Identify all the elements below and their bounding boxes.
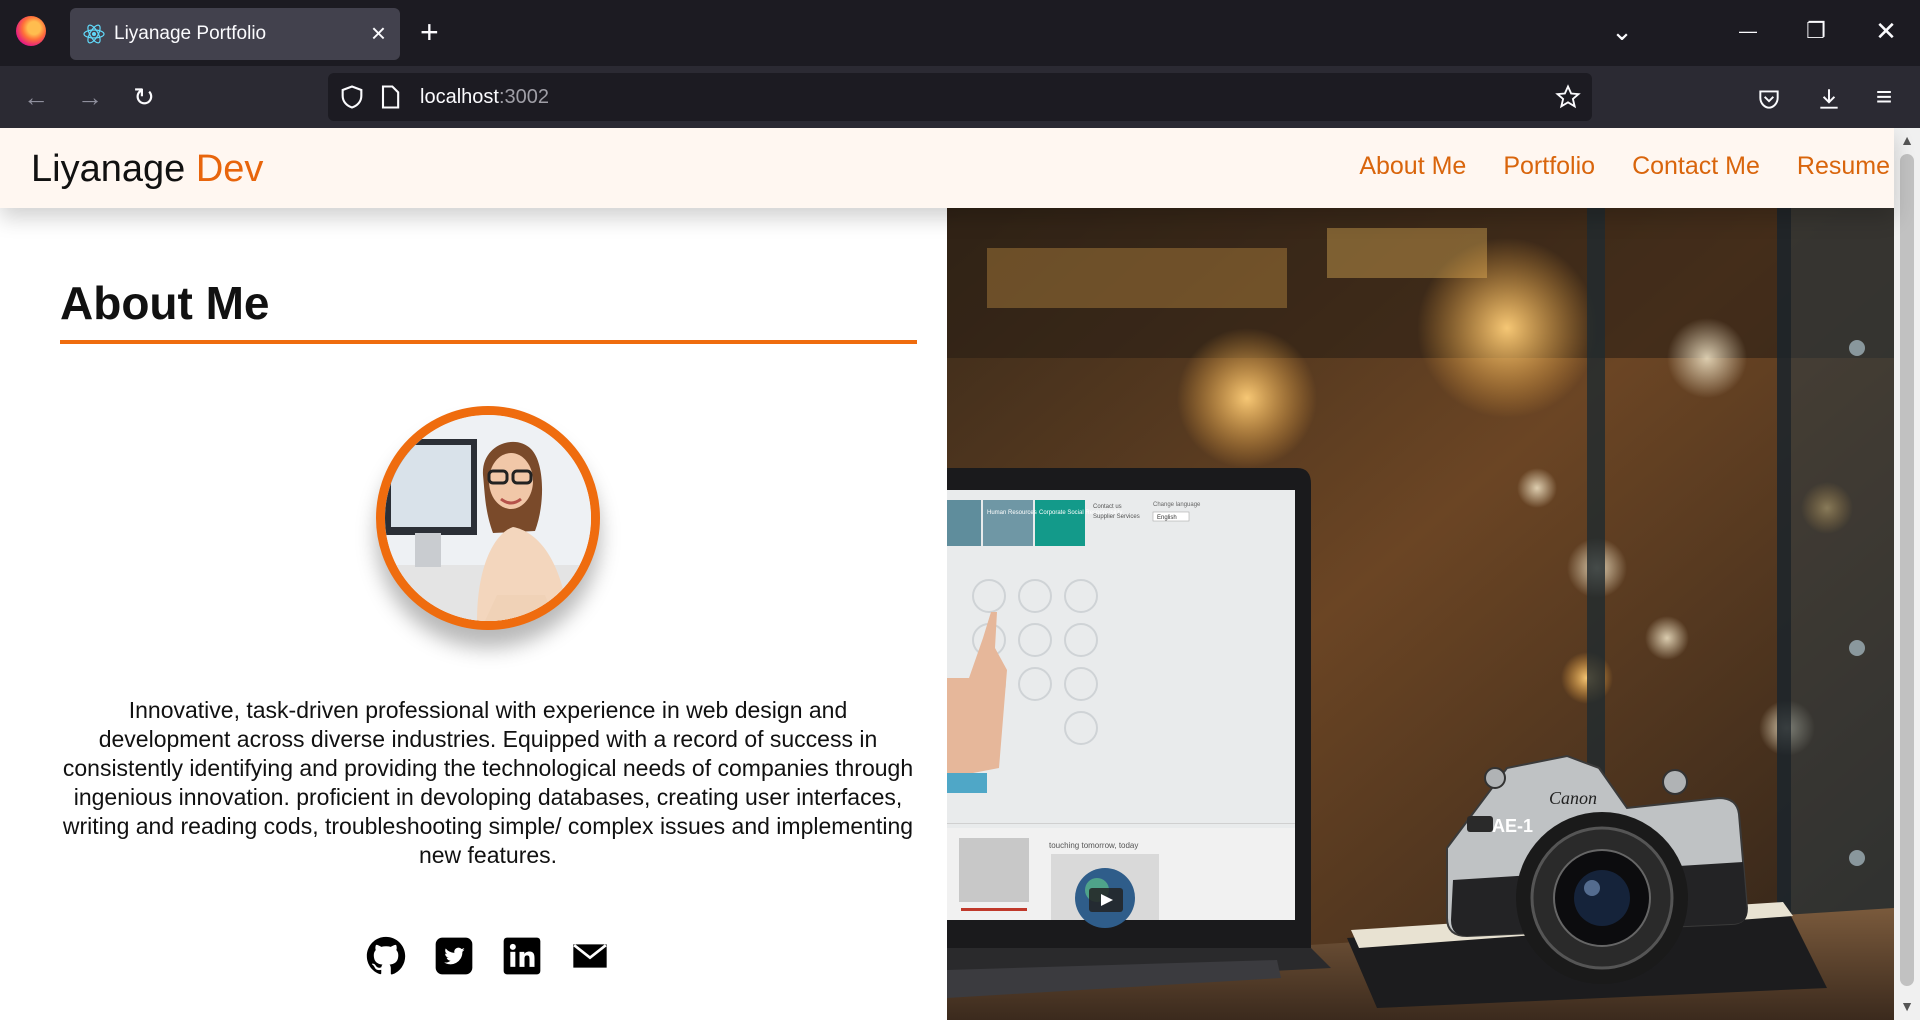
hero-image: Human Resources Corporate Social Respons… — [947, 208, 1894, 1020]
bio-text: Innovative, task-driven professional wit… — [62, 697, 914, 868]
mail-icon[interactable] — [570, 936, 610, 976]
twitter-icon[interactable] — [434, 936, 474, 976]
profile-avatar — [376, 406, 600, 630]
react-icon — [83, 24, 105, 44]
page-info-icon[interactable] — [376, 83, 404, 111]
screen-link-contact: Contact us — [1093, 504, 1122, 510]
screen-link-supplier: Supplier Services — [1093, 514, 1140, 520]
nav-link-portfolio[interactable]: Portfolio — [1503, 152, 1595, 181]
camera-brand-label: Canon — [1549, 788, 1597, 808]
url-bar[interactable]: localhost:3002 — [328, 73, 1592, 121]
nav-link-contact[interactable]: Contact Me — [1632, 152, 1760, 181]
scroll-thumb[interactable] — [1900, 154, 1914, 986]
forward-button[interactable]: → — [70, 78, 110, 116]
tracking-protection-shield-icon[interactable] — [338, 83, 366, 111]
app-menu-icon[interactable]: ≡ — [1864, 78, 1904, 116]
page-scrollbar[interactable]: ▲ ▼ — [1894, 128, 1920, 1020]
close-window-button[interactable]: ✕ — [1868, 16, 1904, 46]
new-tab-button[interactable]: + — [420, 16, 439, 48]
browser-tab[interactable]: Liyanage Portfolio × — [70, 8, 400, 60]
tab-close-icon[interactable]: × — [371, 18, 386, 48]
screen-link-language: Change language — [1153, 502, 1201, 508]
linkedin-icon[interactable] — [502, 936, 542, 976]
restore-button[interactable]: ❐ — [1798, 16, 1834, 46]
minimize-button[interactable]: — — [1730, 16, 1766, 46]
pocket-icon[interactable] — [1756, 86, 1782, 112]
laptop-camera-photo: Human Resources Corporate Social Respons… — [947, 208, 1894, 1020]
social-links — [366, 936, 610, 976]
section-title: About Me — [60, 277, 270, 329]
profile-photo — [385, 415, 591, 621]
nav-link-resume[interactable]: Resume — [1797, 152, 1890, 181]
tab-title: Liyanage Portfolio — [114, 23, 267, 44]
url-text[interactable]: localhost:3002 — [420, 86, 549, 109]
list-tabs-chevron-icon[interactable]: ⌄ — [1604, 16, 1640, 46]
browser-nav-bar: ← → ↻ localhost:3002 ≡ — [0, 66, 1920, 128]
scroll-up-arrow-icon[interactable]: ▲ — [1898, 132, 1916, 150]
screen-video-caption: touching tomorrow, today — [1049, 841, 1138, 850]
back-button[interactable]: ← — [16, 78, 56, 116]
title-divider — [60, 340, 917, 344]
github-icon[interactable] — [366, 936, 406, 976]
scroll-down-arrow-icon[interactable]: ▼ — [1898, 998, 1916, 1016]
reload-button[interactable]: ↻ — [124, 78, 164, 116]
brand-logo[interactable]: Liyanage Dev — [31, 148, 263, 191]
firefox-logo-icon[interactable] — [16, 16, 46, 46]
screen-tab-hr: Human Resources — [987, 510, 1037, 516]
page-viewport: Liyanage Dev About Me Portfolio Contact … — [0, 128, 1920, 1020]
nav-link-about[interactable]: About Me — [1359, 152, 1466, 181]
downloads-icon[interactable] — [1816, 86, 1842, 112]
site-header: Liyanage Dev About Me Portfolio Contact … — [0, 128, 1894, 208]
camera-model-label: AE-1 — [1492, 816, 1533, 836]
site-nav: About Me Portfolio Contact Me Resume — [1359, 152, 1890, 181]
about-section: About Me Innovative, task-driven profess… — [0, 208, 947, 1020]
bookmark-star-icon[interactable] — [1554, 83, 1582, 111]
screen-language-select: English — [1157, 515, 1177, 521]
browser-tab-bar: Liyanage Portfolio × + ⌄ — ❐ ✕ — [0, 0, 1920, 66]
